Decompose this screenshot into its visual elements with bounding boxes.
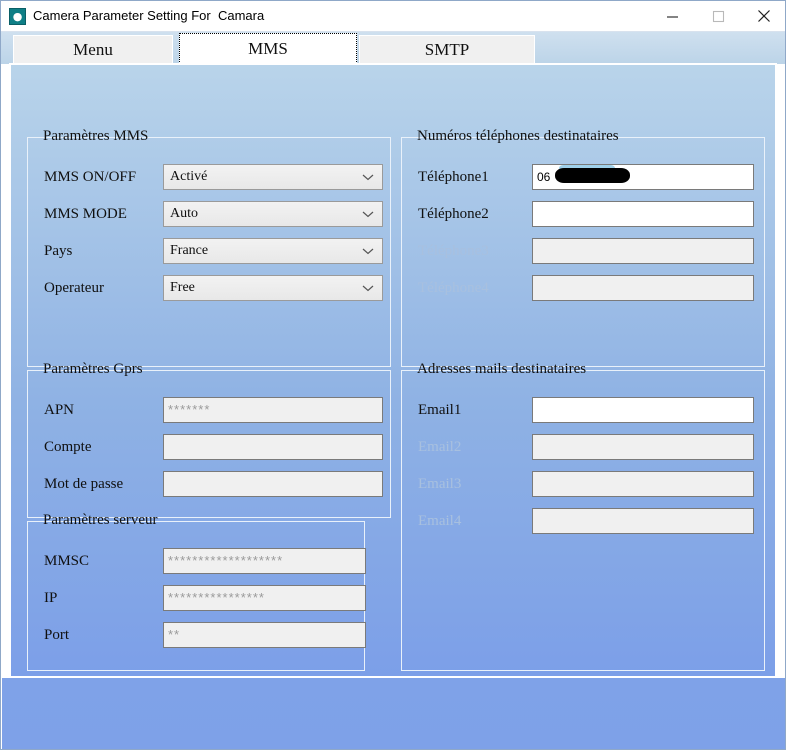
combo-mms-mode-value: Auto — [170, 206, 198, 221]
chevron-down-icon — [362, 202, 374, 226]
row-operateur: Operateur Free — [28, 275, 390, 305]
row-pays: Pays France — [28, 238, 390, 268]
row-email2: Email2 — [402, 434, 764, 464]
input-email3 — [532, 471, 754, 497]
combo-pays[interactable]: France — [163, 238, 383, 264]
input-port[interactable]: ** — [163, 622, 366, 648]
group-gprs-parameters: Paramètres Gprs APN ******* Compte Mot d… — [27, 361, 391, 518]
input-compte[interactable] — [163, 434, 383, 460]
camera-app-icon: ● — [9, 8, 26, 25]
label-telephone1: Téléphone1 — [418, 169, 489, 185]
row-mms-onoff: MMS ON/OFF Activé — [28, 164, 390, 194]
tab-menu-label: Menu — [73, 40, 113, 59]
label-apn: APN — [44, 402, 75, 418]
button-bar: Sauver Défaut Charger config. — [2, 678, 785, 749]
group-server-parameters: Paramètres serveur MMSC ****************… — [27, 512, 366, 671]
input-telephone2[interactable] — [532, 201, 754, 227]
label-email4: Email4 — [418, 513, 462, 529]
label-telephone2: Téléphone2 — [418, 206, 489, 222]
row-ip: IP **************** — [28, 585, 366, 615]
label-port: Port — [44, 627, 70, 643]
row-port: Port ** — [28, 622, 366, 652]
combo-operateur[interactable]: Free — [163, 275, 383, 301]
chevron-down-icon — [362, 165, 374, 189]
input-telephone1-value: 06 — [537, 170, 551, 184]
close-icon — [758, 10, 770, 22]
row-email4: Email4 — [402, 508, 764, 538]
input-telephone1[interactable]: 06 — [532, 164, 754, 190]
row-email3: Email3 — [402, 471, 764, 501]
row-telephone4: Téléphone4 — [402, 275, 764, 305]
tab-page-mms: Paramètres MMS MMS ON/OFF Activé MMS MOD… — [9, 63, 777, 678]
row-telephone2: Téléphone2 — [402, 201, 764, 231]
label-telephone4: Téléphone4 — [418, 280, 489, 296]
tab-smtp[interactable]: SMTP — [359, 35, 535, 64]
input-ip[interactable]: **************** — [163, 585, 366, 611]
combo-operateur-value: Free — [170, 280, 195, 295]
chevron-down-icon — [362, 276, 374, 300]
input-apn[interactable]: ******* — [163, 397, 383, 423]
row-telephone1: Téléphone1 06 — [402, 164, 764, 194]
label-mms-onoff: MMS ON/OFF — [44, 169, 137, 185]
label-compte: Compte — [44, 439, 92, 455]
input-mot-de-passe[interactable] — [163, 471, 383, 497]
label-email3: Email3 — [418, 476, 462, 492]
title-bar: ● Camera Parameter Setting For Camara — [1, 1, 785, 32]
combo-pays-value: France — [170, 243, 209, 258]
input-mmsc[interactable]: ******************* — [163, 548, 366, 574]
tab-menu[interactable]: Menu — [13, 35, 173, 64]
input-email1[interactable] — [532, 397, 754, 423]
tab-mms-label: MMS — [248, 38, 288, 58]
group-phone-numbers: Numéros téléphones destinataires Télépho… — [401, 128, 765, 367]
row-telephone3: Téléphone3 — [402, 238, 764, 268]
app-window: ● Camera Parameter Setting For Camara Me… — [0, 0, 786, 750]
tab-smtp-label: SMTP — [424, 40, 470, 59]
window-title: Camera Parameter Setting For Camara — [33, 8, 265, 23]
close-button[interactable] — [741, 1, 785, 31]
group-mms-parameters: Paramètres MMS MMS ON/OFF Activé MMS MOD… — [27, 128, 391, 367]
combo-mms-mode[interactable]: Auto — [163, 201, 383, 227]
label-email1: Email1 — [418, 402, 462, 418]
chevron-down-icon — [362, 239, 374, 263]
maximize-icon — [712, 10, 724, 22]
label-pays: Pays — [44, 243, 73, 259]
row-apn: APN ******* — [28, 397, 390, 427]
row-mmsc: MMSC ******************* — [28, 548, 366, 578]
input-email4 — [532, 508, 754, 534]
group-gprs-parameters-legend: Paramètres Gprs — [43, 361, 143, 377]
group-phone-numbers-legend: Numéros téléphones destinataires — [417, 128, 619, 144]
camera-app-icon-glyph: ● — [12, 10, 23, 23]
minimize-icon — [666, 15, 678, 18]
input-telephone4 — [532, 275, 754, 301]
row-compte: Compte — [28, 434, 390, 464]
label-ip: IP — [44, 590, 58, 606]
redaction-bar — [555, 168, 630, 183]
combo-mms-onoff[interactable]: Activé — [163, 164, 383, 190]
row-mot-de-passe: Mot de passe — [28, 471, 390, 501]
minimize-button[interactable] — [649, 1, 695, 31]
label-mms-mode: MMS MODE — [44, 206, 127, 222]
group-mms-parameters-legend: Paramètres MMS — [43, 128, 149, 144]
combo-mms-onoff-value: Activé — [170, 169, 208, 184]
input-email2 — [532, 434, 754, 460]
label-telephone3: Téléphone3 — [418, 243, 489, 259]
label-mot-de-passe: Mot de passe — [44, 476, 124, 492]
label-email2: Email2 — [418, 439, 462, 455]
tab-mms[interactable]: MMS — [179, 33, 357, 64]
row-email1: Email1 — [402, 397, 764, 427]
input-telephone3 — [532, 238, 754, 264]
group-email-addresses: Adresses mails destinataires Email1 Emai… — [401, 361, 765, 671]
group-email-addresses-legend: Adresses mails destinataires — [417, 361, 587, 377]
tab-strip: Menu MMS SMTP — [1, 32, 785, 64]
label-mmsc: MMSC — [44, 553, 90, 569]
group-server-parameters-legend: Paramètres serveur — [43, 512, 158, 528]
label-operateur: Operateur — [44, 280, 104, 296]
maximize-button[interactable] — [695, 1, 741, 31]
row-mms-mode: MMS MODE Auto — [28, 201, 390, 231]
